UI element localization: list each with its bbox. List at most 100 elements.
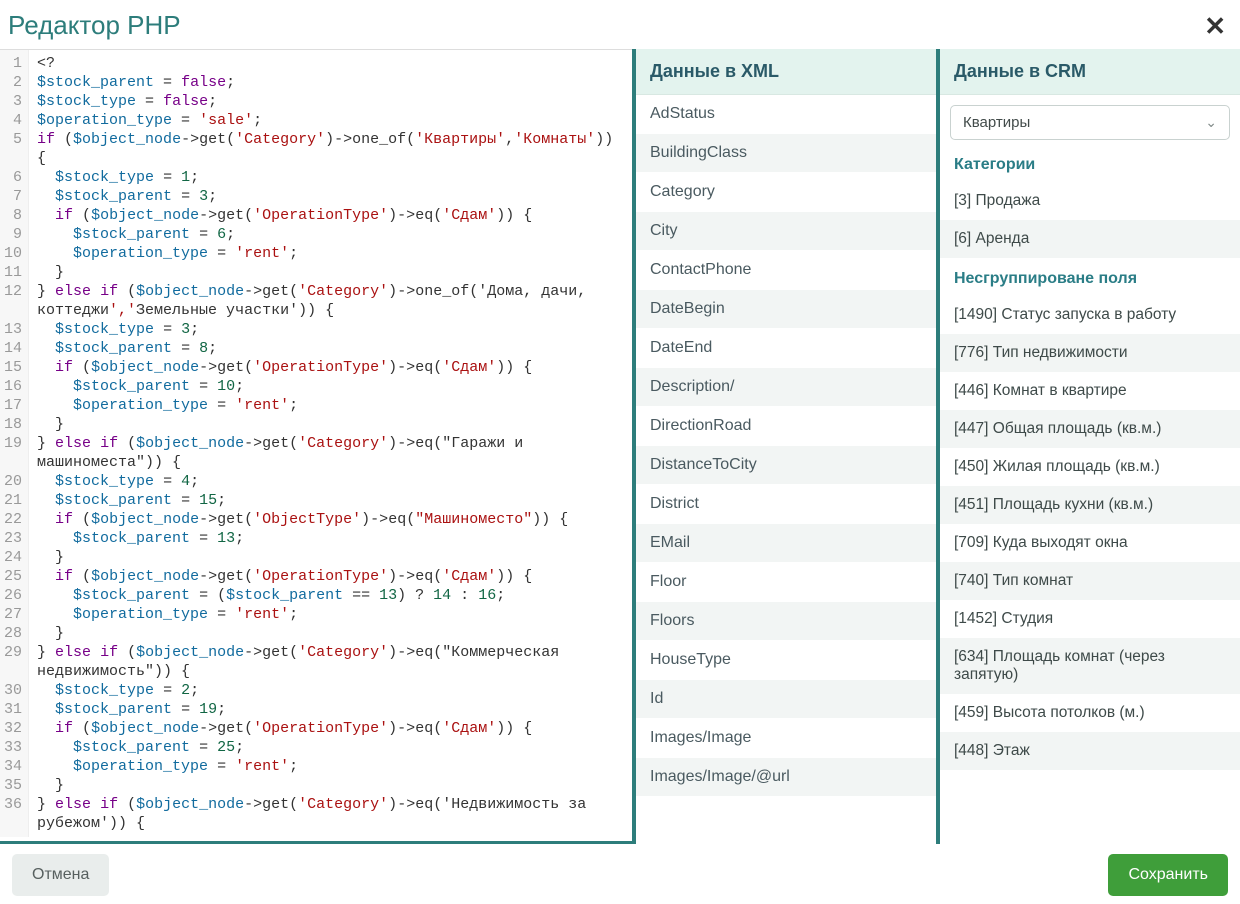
crm-field-item[interactable]: [709] Куда выходят окна <box>940 524 1240 562</box>
crm-panel: Данные в CRM Квартиры ⌄ Категории[3] Про… <box>936 49 1240 844</box>
cancel-button[interactable]: Отмена <box>12 854 109 896</box>
save-button[interactable]: Сохранить <box>1108 854 1228 896</box>
crm-field-item[interactable]: [740] Тип комнат <box>940 562 1240 600</box>
crm-field-item[interactable]: [634] Площадь комнат (через запятую) <box>940 638 1240 694</box>
xml-field-item[interactable]: DateEnd <box>636 329 936 368</box>
xml-field-item[interactable]: Floors <box>636 602 936 641</box>
code-line[interactable]: } else if ($object_node->get('Category')… <box>37 643 613 681</box>
code-line[interactable]: $stock_type = 4; <box>37 472 613 491</box>
line-gutter: 1234567891011121314151617181920212223242… <box>0 50 29 837</box>
line-number: 15 <box>4 358 22 377</box>
xml-field-item[interactable]: District <box>636 485 936 524</box>
line-number: 34 <box>4 757 22 776</box>
xml-field-item[interactable]: HouseType <box>636 641 936 680</box>
code-line[interactable]: $stock_parent = ($stock_parent == 13) ? … <box>37 586 613 605</box>
xml-list[interactable]: AdStatusBuildingClassCategoryCityContact… <box>636 95 936 844</box>
line-number: 36 <box>4 795 22 833</box>
code-line[interactable]: $stock_type = 1; <box>37 168 613 187</box>
crm-field-item[interactable]: [776] Тип недвижимости <box>940 334 1240 372</box>
xml-field-item[interactable]: City <box>636 212 936 251</box>
code-line[interactable]: $stock_type = 3; <box>37 320 613 339</box>
code-line[interactable]: if ($object_node->get('OperationType')->… <box>37 206 613 225</box>
xml-field-item[interactable]: Category <box>636 173 936 212</box>
xml-field-item[interactable]: DirectionRoad <box>636 407 936 446</box>
code-line[interactable]: if ($object_node->get('OperationType')->… <box>37 719 613 738</box>
xml-field-item[interactable]: Images/Image/@url <box>636 758 936 797</box>
crm-field-item[interactable]: [1452] Студия <box>940 600 1240 638</box>
crm-body[interactable]: Квартиры ⌄ Категории[3] Продажа[6] Аренд… <box>940 95 1240 844</box>
xml-field-item[interactable]: DistanceToCity <box>636 446 936 485</box>
code-line[interactable]: $stock_parent = 19; <box>37 700 613 719</box>
crm-field-item[interactable]: [459] Высота потолков (м.) <box>940 694 1240 732</box>
code-line[interactable]: if ($object_node->get('ObjectType')->eq(… <box>37 510 613 529</box>
code-line[interactable]: if ($object_node->get('Category')->one_o… <box>37 130 613 168</box>
xml-field-item[interactable]: ContactPhone <box>636 251 936 290</box>
code-line[interactable]: $operation_type = 'rent'; <box>37 757 613 776</box>
code-line[interactable]: } <box>37 415 613 434</box>
code-line[interactable]: $stock_type = 2; <box>37 681 613 700</box>
line-number: 13 <box>4 320 22 339</box>
code-line[interactable]: if ($object_node->get('OperationType')->… <box>37 567 613 586</box>
line-number: 11 <box>4 263 22 282</box>
xml-field-item[interactable]: DateBegin <box>636 290 936 329</box>
code-line[interactable]: } else if ($object_node->get('Category')… <box>37 795 613 833</box>
crm-field-item[interactable]: [1490] Статус запуска в работу <box>940 296 1240 334</box>
line-number: 8 <box>4 206 22 225</box>
xml-field-item[interactable]: BuildingClass <box>636 134 936 173</box>
crm-type-select[interactable]: Квартиры ⌄ <box>950 105 1230 140</box>
crm-field-item[interactable]: [446] Комнат в квартире <box>940 372 1240 410</box>
xml-field-item[interactable]: EMail <box>636 524 936 563</box>
code-line[interactable]: $stock_parent = 10; <box>37 377 613 396</box>
code-line[interactable]: $operation_type = 'rent'; <box>37 396 613 415</box>
code-line[interactable]: } else if ($object_node->get('Category')… <box>37 434 613 472</box>
line-number: 23 <box>4 529 22 548</box>
line-number: 29 <box>4 643 22 681</box>
code-line[interactable]: $stock_parent = 25; <box>37 738 613 757</box>
code-line[interactable]: $stock_parent = 8; <box>37 339 613 358</box>
xml-panel-title: Данные в XML <box>636 49 936 95</box>
code-line[interactable]: $stock_parent = false; <box>37 73 613 92</box>
code-line[interactable]: $stock_parent = 13; <box>37 529 613 548</box>
line-number: 7 <box>4 187 22 206</box>
close-icon[interactable]: ✕ <box>1204 13 1226 39</box>
xml-field-item[interactable]: Description/ <box>636 368 936 407</box>
line-number: 28 <box>4 624 22 643</box>
line-number: 18 <box>4 415 22 434</box>
crm-field-item[interactable]: [450] Жилая площадь (кв.м.) <box>940 448 1240 486</box>
crm-field-item[interactable]: [3] Продажа <box>940 182 1240 220</box>
line-number: 32 <box>4 719 22 738</box>
code-line[interactable]: $stock_parent = 15; <box>37 491 613 510</box>
code-line[interactable]: } <box>37 263 613 282</box>
line-number: 10 <box>4 244 22 263</box>
code-line[interactable]: $operation_type = 'rent'; <box>37 605 613 624</box>
code-line[interactable]: $operation_type = 'sale'; <box>37 111 613 130</box>
code-line[interactable]: <? <box>37 54 613 73</box>
crm-field-item[interactable]: [447] Общая площадь (кв.м.) <box>940 410 1240 448</box>
crm-section-heading: Несгруппироване поля <box>940 258 1240 296</box>
xml-field-item[interactable]: AdStatus <box>636 95 936 134</box>
chevron-down-icon: ⌄ <box>1205 114 1217 131</box>
code-line[interactable]: $stock_type = false; <box>37 92 613 111</box>
xml-field-item[interactable]: Images/Image <box>636 719 936 758</box>
xml-panel: Данные в XML AdStatusBuildingClassCatego… <box>632 49 936 844</box>
crm-field-item[interactable]: [448] Этаж <box>940 732 1240 770</box>
line-number: 25 <box>4 567 22 586</box>
code-line[interactable]: } else if ($object_node->get('Category')… <box>37 282 613 320</box>
code-line[interactable]: $stock_parent = 3; <box>37 187 613 206</box>
line-number: 16 <box>4 377 22 396</box>
code-line[interactable]: $stock_parent = 6; <box>37 225 613 244</box>
code-area[interactable]: <?$stock_parent = false;$stock_type = fa… <box>29 50 621 837</box>
code-line[interactable]: } <box>37 548 613 567</box>
xml-field-item[interactable]: Id <box>636 680 936 719</box>
code-editor[interactable]: 1234567891011121314151617181920212223242… <box>0 49 632 844</box>
xml-field-item[interactable]: Floor <box>636 563 936 602</box>
code-line[interactable]: $operation_type = 'rent'; <box>37 244 613 263</box>
code-line[interactable]: } <box>37 624 613 643</box>
line-number: 21 <box>4 491 22 510</box>
code-line[interactable]: if ($object_node->get('OperationType')->… <box>37 358 613 377</box>
crm-field-item[interactable]: [451] Площадь кухни (кв.м.) <box>940 486 1240 524</box>
crm-type-value: Квартиры <box>963 114 1030 131</box>
crm-field-item[interactable]: [6] Аренда <box>940 220 1240 258</box>
code-line[interactable]: } <box>37 776 613 795</box>
line-number: 30 <box>4 681 22 700</box>
